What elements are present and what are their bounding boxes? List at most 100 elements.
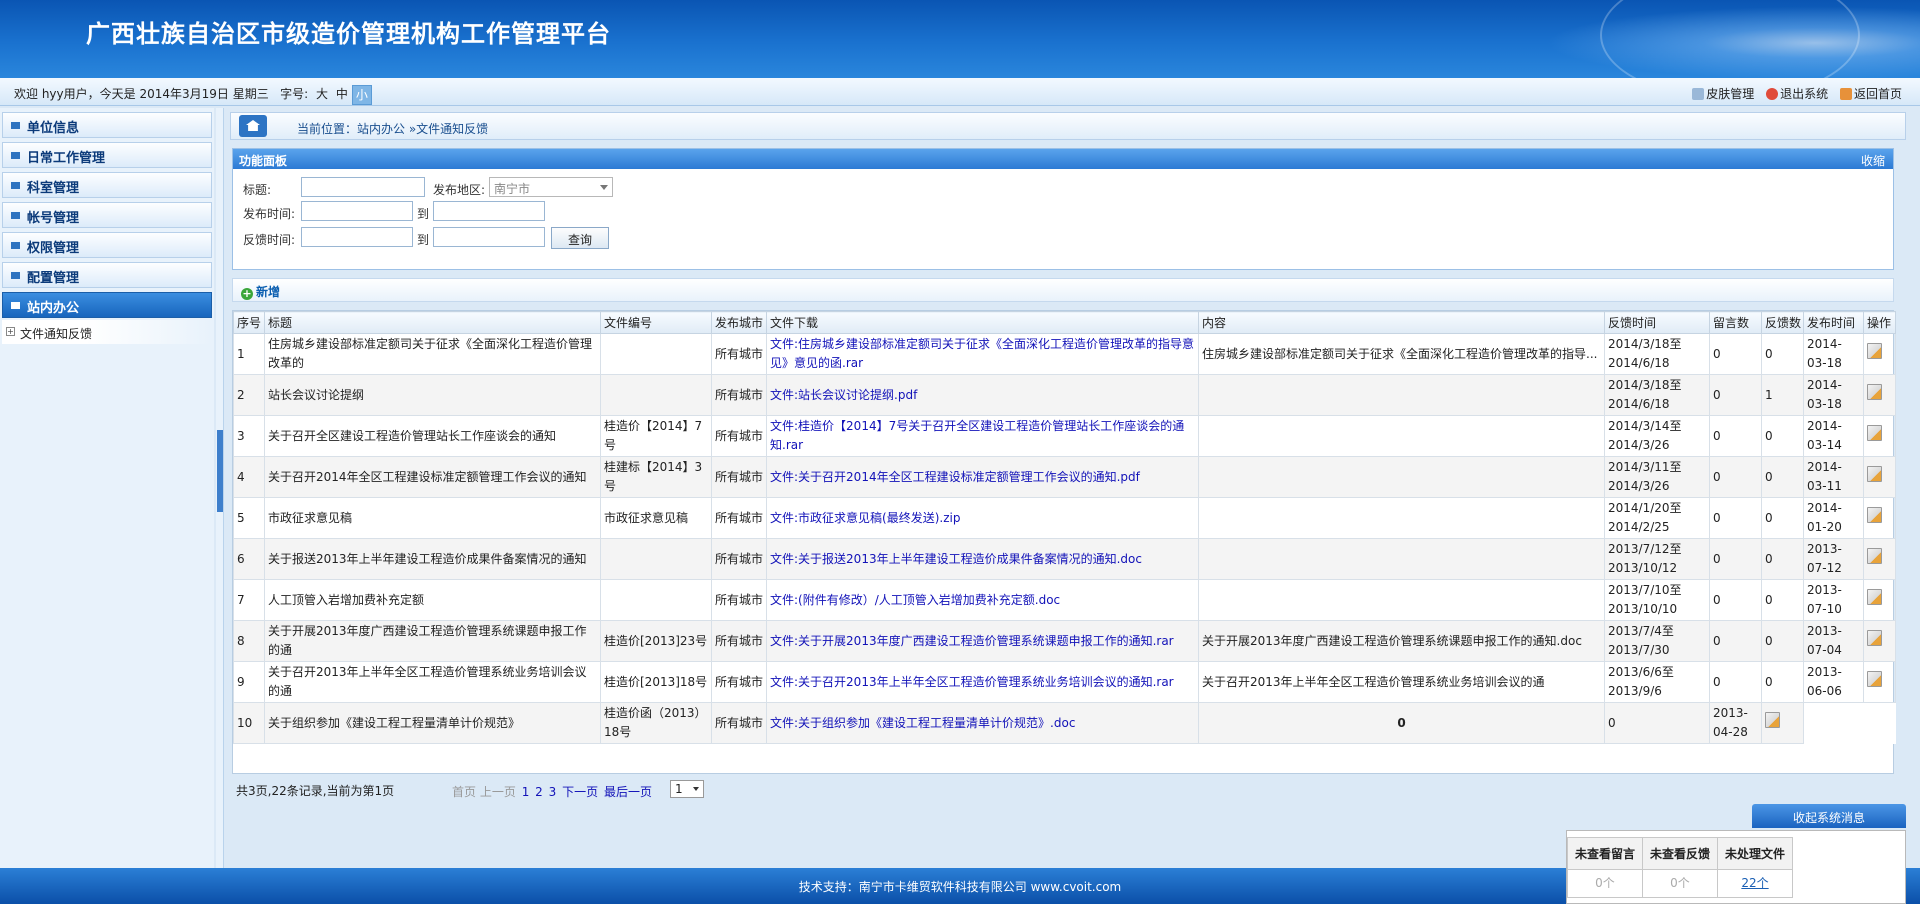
col-header-title[interactable]: 标题 (264, 311, 601, 334)
cell-content (1198, 415, 1605, 457)
sidebar-subitem-file-notice[interactable]: + 文件通知反馈 (2, 320, 212, 344)
pub-time-start-input[interactable] (301, 201, 413, 221)
page-select[interactable]: 1 (670, 780, 704, 798)
sidebar-item-config[interactable]: 配置管理 (2, 262, 212, 288)
edit-icon[interactable] (1867, 425, 1882, 441)
edit-icon[interactable] (1867, 671, 1882, 687)
file-download-link[interactable]: 文件:关于报送2013年上半年建设工程造价成果件备案情况的通知.doc (770, 552, 1142, 566)
cell-no: 9 (233, 661, 265, 703)
col-header-fb-time[interactable]: 反馈时间 (1604, 311, 1710, 334)
unread-messages-count: 0个 (1567, 869, 1643, 898)
add-plus-icon: + (241, 287, 253, 300)
edit-icon[interactable] (1867, 384, 1882, 400)
edit-icon[interactable] (1867, 630, 1882, 646)
cell-msg: 0 (1709, 579, 1762, 621)
table-row[interactable]: 1 住房城乡建设部标准定额司关于征求《全面深化工程造价管理改革的 所有城市 文件:住房… (233, 333, 1896, 375)
cell-file: 文件:关于召开2013年上半年全区工程造价管理系统业务培训会议的通知.rar (766, 661, 1199, 703)
sidebar-item-department[interactable]: 科室管理 (2, 172, 212, 198)
file-download-link[interactable]: 文件:关于召开2013年上半年全区工程造价管理系统业务培训会议的通知.rar (770, 675, 1174, 689)
skin-manage-link[interactable]: 皮肤管理 (1692, 87, 1754, 101)
edit-icon[interactable] (1765, 712, 1780, 728)
next-page-link[interactable]: 下一页 (562, 785, 598, 799)
cell-action (1863, 333, 1896, 375)
file-download-link[interactable]: 文件:站长会议讨论提纲.pdf (770, 388, 917, 402)
page-link-2[interactable]: 2 (535, 785, 543, 799)
welcome-message: 欢迎 hyy用户，今天是 2014年3月19日 星期三 (14, 87, 269, 101)
table-row[interactable]: 9 关于召开2013年上半年全区工程造价管理系统业务培训会议的通 桂造价[2013]… (233, 661, 1896, 703)
title-input[interactable] (301, 177, 425, 197)
home-icon[interactable] (239, 115, 267, 137)
cell-code: 桂造价【2014】7号 (600, 415, 712, 457)
splitter-handle[interactable] (217, 430, 223, 512)
table-row[interactable]: 5 市政征求意见稿 市政征求意见稿 所有城市 文件:市政征求意见稿(最终发送).zip 2… (233, 497, 1896, 539)
data-grid: 序号 标题 文件编号 发布城市 文件下载 内容 反馈时间 留言数 反馈数 发布时… (232, 310, 1896, 774)
cell-fb: 0 (1761, 456, 1804, 498)
col-header-download[interactable]: 文件下载 (766, 311, 1199, 334)
edit-icon[interactable] (1867, 589, 1882, 605)
table-row[interactable]: 7 人工顶管入岩增加费补充定额 所有城市 文件:(附件有修改）/人工顶管入岩增加费补充… (233, 579, 1896, 621)
file-download-link[interactable]: 文件:市政征求意见稿(最终发送).zip (770, 511, 960, 525)
col-header-no[interactable]: 序号 (233, 311, 265, 334)
col-header-fb-count[interactable]: 反馈数 (1761, 311, 1804, 334)
sidebar-item-permission[interactable]: 权限管理 (2, 232, 212, 258)
file-download-link[interactable]: 文件:关于组织参加《建设工程工程量清单计价规范》.doc (770, 716, 1075, 730)
table-row[interactable]: 2 站长会议讨论提纲 所有城市 文件:站长会议讨论提纲.pdf 2014/3/18至20… (233, 374, 1896, 416)
font-size-medium[interactable]: 中 (336, 87, 348, 101)
menu-bullet-icon (11, 212, 20, 219)
cell-file: 文件:关于报送2013年上半年建设工程造价成果件备案情况的通知.doc (766, 538, 1199, 580)
cell-title: 关于召开2013年上半年全区工程造价管理系统业务培训会议的通 (264, 661, 601, 703)
cell-msg: 0 (1709, 456, 1762, 498)
add-button[interactable]: + 新增 (241, 283, 280, 300)
table-row[interactable]: 4 关于召开2014年全区工程建设标准定额管理工作会议的通知 桂建标【2014】3号… (233, 456, 1896, 498)
cell-file: 文件:关于召开2014年全区工程建设标准定额管理工作会议的通知.pdf (766, 456, 1199, 498)
sidebar-splitter[interactable] (216, 108, 224, 868)
file-download-link[interactable]: 文件:桂造价【2014】7号关于召开全区建设工程造价管理站长工作座谈会的通知.r… (770, 419, 1184, 452)
font-size-large[interactable]: 大 (316, 87, 328, 101)
pending-files-link[interactable]: 22个 (1741, 876, 1768, 890)
file-download-link[interactable]: 文件:关于召开2014年全区工程建设标准定额管理工作会议的通知.pdf (770, 470, 1140, 484)
logout-link[interactable]: 退出系统 (1766, 87, 1828, 101)
pub-time-end-input[interactable] (433, 201, 545, 221)
edit-icon[interactable] (1867, 507, 1882, 523)
col-header-pub-time[interactable]: 发布时间 (1803, 311, 1864, 334)
fb-time-start-input[interactable] (301, 227, 413, 247)
table-row[interactable]: 8 关于开展2013年度广西建设工程造价管理系统课题申报工作的通 桂造价[2013]… (233, 620, 1896, 662)
col-header-msg-count[interactable]: 留言数 (1709, 311, 1762, 334)
panel-collapse-button[interactable]: 收缩 (1861, 152, 1885, 169)
file-download-link[interactable]: 文件:关于开展2013年度广西建设工程造价管理系统课题申报工作的通知.rar (770, 634, 1174, 648)
table-row[interactable]: 10 关于组织参加《建设工程工程量清单计价规范》 桂造价函（2013）18号 所有城市… (233, 702, 1896, 744)
cell-fb-time: 2013/6/6至2013/9/6 (1604, 661, 1710, 703)
cell-city: 所有城市 (711, 702, 767, 744)
file-download-link[interactable]: 文件:(附件有修改）/人工顶管入岩增加费补充定额.doc (770, 593, 1060, 607)
last-page-link[interactable]: 最后一页 (604, 785, 652, 799)
col-header-city[interactable]: 发布城市 (711, 311, 767, 334)
cell-fb-time: 2014/3/18至2014/6/18 (1604, 374, 1710, 416)
cell-city: 所有城市 (711, 579, 767, 621)
cell-file: 文件:站长会议讨论提纲.pdf (766, 374, 1199, 416)
fb-time-end-input[interactable] (433, 227, 545, 247)
toggle-messages-button[interactable]: 收起系统消息 (1752, 804, 1906, 828)
sidebar-item-account[interactable]: 帐号管理 (2, 202, 212, 228)
col-header-content[interactable]: 内容 (1198, 311, 1605, 334)
col-header-code[interactable]: 文件编号 (600, 311, 712, 334)
sidebar-item-office[interactable]: 站内办公 (2, 292, 212, 318)
sidebar-item-daily-work[interactable]: 日常工作管理 (2, 142, 212, 168)
edit-icon[interactable] (1867, 466, 1882, 482)
query-button[interactable]: 查询 (551, 227, 609, 249)
page-link-3[interactable]: 3 (549, 785, 557, 799)
stop-icon (1766, 88, 1779, 100)
sidebar-item-unit-info[interactable]: 单位信息 (2, 112, 212, 138)
page-link-1[interactable]: 1 (522, 785, 530, 799)
font-size-small[interactable]: 小 (351, 85, 372, 105)
table-row[interactable]: 3 关于召开全区建设工程造价管理站长工作座谈会的通知 桂造价【2014】7号 所有城市… (233, 415, 1896, 457)
table-row[interactable]: 6 关于报送2013年上半年建设工程造价成果件备案情况的通知 所有城市 文件:关于报送… (233, 538, 1896, 580)
region-select[interactable]: 南宁市 (489, 177, 613, 197)
edit-icon[interactable] (1867, 548, 1882, 564)
first-page-link: 首页 (452, 785, 477, 799)
panel-header: 功能面板 收缩 (233, 149, 1893, 169)
edit-icon[interactable] (1867, 343, 1882, 359)
file-download-link[interactable]: 文件:住房城乡建设部标准定额司关于征求《全面深化工程造价管理改革的指导意见》意见… (770, 337, 1194, 370)
home-link[interactable]: 返回首页 (1839, 87, 1902, 101)
welcome-text: 欢迎 hyy用户，今天是 2014年3月19日 星期三 字号: 大 中 小 (14, 85, 372, 105)
cell-fb-time: 2013/7/10至2013/10/10 (1604, 579, 1710, 621)
